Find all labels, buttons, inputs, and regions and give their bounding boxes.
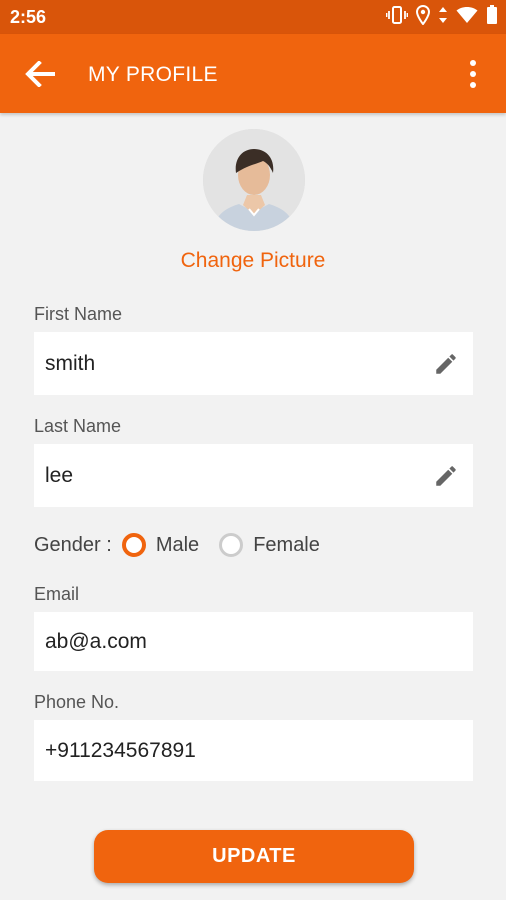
more-options-button[interactable] [466,58,480,90]
back-button[interactable] [22,59,58,89]
vibrate-icon [385,5,409,29]
gender-female-label[interactable]: Female [253,534,320,557]
gender-female-radio[interactable] [219,533,244,557]
email-value: ab@a.com [45,629,147,653]
update-button[interactable]: UPDATE [94,830,414,883]
gender-male-radio[interactable] [121,533,146,557]
data-arrows-icon [438,6,448,29]
gender-label: Gender : [34,533,112,556]
phone-field[interactable]: +911234567891 [34,720,473,781]
status-bar: 2:56 [0,0,506,34]
first-name-field[interactable]: smith [34,332,473,395]
back-arrow-icon [25,61,55,87]
profile-photo [203,129,305,231]
more-vert-icon [470,60,476,66]
first-name-label: First Name [34,304,123,324]
location-icon [415,4,431,30]
more-vert-dot [470,82,476,88]
pencil-icon[interactable] [433,463,459,489]
status-icons [385,4,498,30]
last-name-field[interactable]: lee [34,444,473,507]
last-name-label: Last Name [34,416,122,436]
last-name-value: lee [45,463,74,487]
email-field[interactable]: ab@a.com [34,612,473,671]
change-picture-link[interactable]: Change Picture [0,249,506,273]
phone-value: +911234567891 [45,738,196,762]
first-name-value: smith [45,351,96,375]
wifi-icon [456,6,478,29]
status-time: 2:56 [10,7,47,27]
gender-male-label[interactable]: Male [156,534,199,557]
phone-label: Phone No. [34,692,120,712]
email-label: Email [34,584,80,604]
battery-icon [486,4,498,30]
app-bar: MY PROFILE [0,34,506,113]
more-vert-dot [470,71,476,77]
avatar[interactable] [203,129,305,231]
pencil-icon[interactable] [433,351,459,377]
page-title: MY PROFILE [88,63,218,86]
gender-row: Gender : Male Female [34,531,340,559]
